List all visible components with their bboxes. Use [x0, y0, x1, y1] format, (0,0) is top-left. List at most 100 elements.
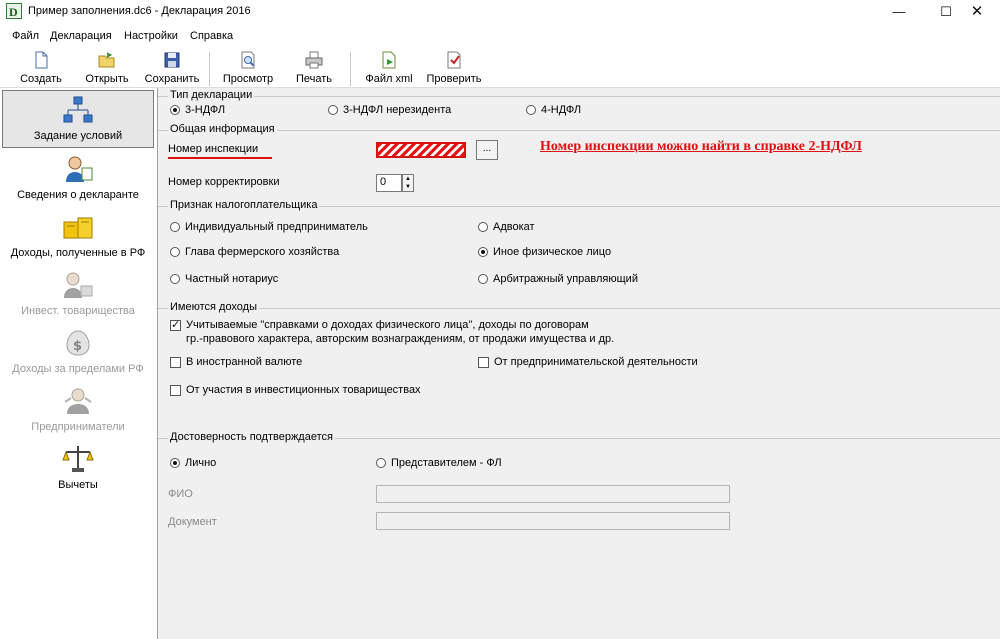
inspection-number-field[interactable]: [376, 142, 466, 158]
sidebar-item-invest: Инвест. товарищества: [2, 266, 154, 324]
inspection-hint: Номер инспекции можно найти в справке 2-…: [540, 139, 862, 154]
taxpayer-group: Признак налогоплательщика Индивидуальный…: [158, 199, 1000, 302]
radio-personally[interactable]: Лично: [170, 457, 216, 469]
checkbox-business-activity[interactable]: От предпринимательской деятельности: [478, 356, 698, 368]
document-label: Документ: [168, 516, 217, 528]
radio-label: 3-НДФЛ: [185, 104, 226, 116]
radio-label: Индивидуальный предприниматель: [185, 221, 368, 233]
conditions-icon: [63, 96, 93, 123]
checkbox-foreign-currency[interactable]: В иностранной валюте: [170, 356, 302, 368]
radio-arbitration-manager[interactable]: Арбитражный управляющий: [478, 273, 638, 285]
radio-farm-head[interactable]: Глава фермерского хозяйства: [170, 246, 339, 258]
printer-icon: [305, 51, 323, 69]
print-button[interactable]: Печать: [288, 50, 340, 88]
radio-3ndfl[interactable]: 3-НДФЛ: [170, 104, 225, 116]
checkbox-label: От предпринимательской деятельности: [494, 356, 698, 368]
radio-dot: [478, 247, 488, 257]
checkbox-box: [478, 356, 489, 368]
open-folder-icon: [98, 52, 115, 68]
create-label: Создать: [20, 73, 62, 85]
red-underline-highlight: [168, 157, 272, 159]
inspection-browse-button[interactable]: ...: [476, 140, 498, 160]
radio-dot: [170, 274, 180, 284]
sidebar-item-entrepreneurs: Предприниматели: [2, 382, 154, 440]
minimize-button[interactable]: —: [876, 0, 922, 24]
fio-label: ФИО: [168, 488, 193, 500]
open-button[interactable]: Открыть: [80, 50, 134, 88]
radio-dot: [478, 274, 488, 284]
toolbar-separator: [350, 52, 351, 86]
radio-3ndfl-nonresident[interactable]: 3-НДФЛ нерезидента: [328, 104, 451, 116]
correction-number-input[interactable]: 0: [376, 174, 402, 192]
toolbar: Создать Открыть Сохранить Просмотр Печат…: [0, 46, 1000, 88]
sidebar-item-conditions[interactable]: Задание условий: [2, 90, 154, 148]
income-rf-icon: [63, 217, 93, 239]
inspection-number-label: Номер инспекции: [168, 143, 259, 155]
radio-dot: [478, 222, 488, 232]
checkbox-label: В иностранной валюте: [186, 356, 303, 368]
radio-dot: [376, 458, 386, 468]
radio-label: 4-НДФЛ: [541, 104, 582, 116]
sidebar-item-deductions[interactable]: Вычеты: [2, 440, 154, 498]
document-field: [376, 512, 730, 530]
group-legend: Тип декларации: [168, 89, 255, 101]
radio-4ndfl[interactable]: 4-НДФЛ: [526, 104, 581, 116]
xml-file-button[interactable]: Файл xml: [360, 50, 418, 88]
checkbox-investment-partnerships[interactable]: От участия в инвестиционных товарищества…: [170, 384, 421, 396]
radio-label: Представителем - ФЛ: [391, 457, 502, 469]
save-button[interactable]: Сохранить: [142, 50, 202, 88]
radio-other-individual[interactable]: Иное физическое лицо: [478, 246, 611, 258]
menu-settings[interactable]: Настройки: [124, 30, 178, 42]
checkbox-box: [170, 384, 181, 396]
group-legend: Признак налогоплательщика: [168, 199, 320, 211]
menu-help[interactable]: Справка: [190, 30, 233, 42]
foreign-income-icon: $: [66, 330, 90, 356]
preview-label: Просмотр: [222, 73, 274, 85]
preview-button[interactable]: Просмотр: [218, 50, 278, 88]
print-label: Печать: [295, 73, 333, 85]
sidebar-item-foreign-income: $ Доходы за пределами РФ: [2, 324, 154, 382]
invest-partnership-icon: [64, 272, 93, 298]
xml-file-icon: [382, 51, 396, 69]
conditions-panel: Тип декларации 3-НДФЛ 3-НДФЛ нерезидента…: [158, 88, 1000, 639]
checkbox-label: Учитываемые "справками о доходах физичес…: [186, 319, 589, 331]
radio-label: Адвокат: [493, 221, 535, 233]
sidebar-item-label: Предприниматели: [31, 421, 125, 433]
svg-text:D: D: [9, 5, 18, 19]
close-button[interactable]: ✕: [954, 0, 1000, 24]
correction-number-spinner[interactable]: ▲ ▼: [402, 174, 414, 192]
sidebar-item-label: Доходы, полученные в РФ: [10, 247, 146, 259]
entrepreneurs-icon: [64, 388, 92, 414]
new-document-icon: [35, 51, 48, 69]
create-button[interactable]: Создать: [14, 50, 68, 88]
radio-notary[interactable]: Частный нотариус: [170, 273, 278, 285]
radio-representative[interactable]: Представителем - ФЛ: [376, 457, 502, 469]
radio-dot: [170, 247, 180, 257]
sidebar-item-income-rf[interactable]: Доходы, полученные в РФ: [2, 208, 154, 266]
radio-lawyer[interactable]: Адвокат: [478, 221, 535, 233]
save-disk-icon: [164, 52, 180, 68]
checkbox-label: От участия в инвестиционных товарищества…: [186, 384, 421, 396]
checkbox-income-certificates[interactable]: Учитываемые "справками о доходах физичес…: [170, 318, 589, 331]
sidebar-item-label: Доходы за пределами РФ: [12, 363, 144, 375]
radio-individual-entrepreneur[interactable]: Индивидуальный предприниматель: [170, 221, 368, 233]
save-label: Сохранить: [144, 73, 200, 85]
declarant-icon: [66, 156, 93, 182]
sidebar-item-label: Задание условий: [33, 130, 123, 142]
general-info-group: Общая информация Номер инспекции ... Ном…: [158, 123, 1000, 200]
radio-dot: [526, 105, 536, 115]
check-label: Проверить: [426, 73, 482, 85]
checkbox-box: [170, 356, 181, 368]
validate-check-icon: [447, 51, 461, 69]
radio-label: Глава фермерского хозяйства: [185, 246, 340, 258]
toolbar-separator: [209, 52, 210, 86]
check-button[interactable]: Проверить: [422, 50, 486, 88]
group-legend: Достоверность подтверждается: [168, 431, 335, 443]
open-label: Открыть: [85, 73, 129, 85]
svg-text:$: $: [73, 339, 82, 354]
radio-dot: [170, 458, 180, 468]
menu-declaration[interactable]: Декларация: [50, 30, 112, 42]
radio-label: Арбитражный управляющий: [493, 273, 638, 285]
sidebar-item-declarant[interactable]: Сведения о декларанте: [2, 150, 154, 208]
menu-file[interactable]: Файл: [12, 30, 39, 42]
